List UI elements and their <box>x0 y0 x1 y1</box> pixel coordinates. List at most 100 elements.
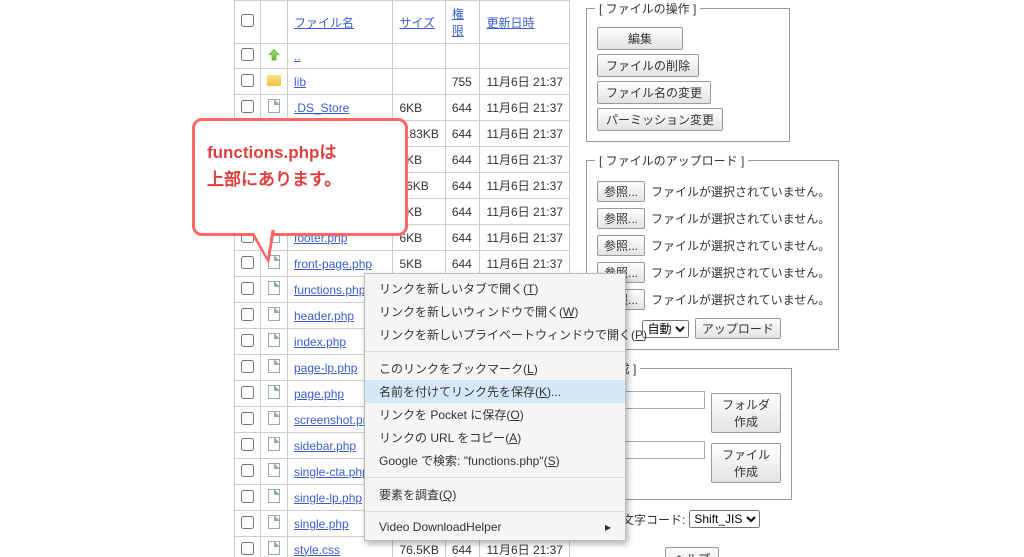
file-perm: 644 <box>445 95 480 121</box>
file-date: 11月6日 21:37 <box>480 147 570 173</box>
browse-button[interactable]: 参照... <box>597 208 645 229</box>
file-perm: 755 <box>445 69 480 95</box>
row-checkbox[interactable] <box>241 48 254 61</box>
file-icon <box>268 359 280 373</box>
ctx-video-downloadhelper[interactable]: Video DownloadHelper▸ <box>365 517 625 537</box>
row-checkbox[interactable] <box>241 412 254 425</box>
row-checkbox[interactable] <box>241 438 254 451</box>
row-checkbox[interactable] <box>241 490 254 503</box>
up-arrow-icon <box>268 49 280 61</box>
file-icon <box>268 333 280 347</box>
delete-button[interactable]: ファイルの削除 <box>597 54 699 77</box>
upload-button[interactable]: アップロード <box>695 318 781 339</box>
row-checkbox[interactable] <box>241 100 254 113</box>
file-date: 11月6日 21:37 <box>480 121 570 147</box>
upload-legend: [ ファイルのアップロード ] <box>595 152 748 169</box>
file-link[interactable]: page.php <box>294 387 344 401</box>
row-checkbox[interactable] <box>241 386 254 399</box>
annotation-callout: functions.phpは 上部にあります。 <box>192 118 408 236</box>
file-size: 6KB <box>393 95 445 121</box>
chmod-button[interactable]: パーミッション変更 <box>597 108 723 131</box>
file-icon <box>268 463 280 477</box>
sort-perm-link[interactable]: 権限 <box>452 7 464 38</box>
file-link[interactable]: lib <box>294 75 306 89</box>
upload-status: ファイルが選択されていません。 <box>651 183 830 200</box>
file-date <box>480 44 570 69</box>
table-row: .. <box>235 44 570 69</box>
file-icon <box>268 515 280 529</box>
ctx-copy-link-url[interactable]: リンクの URL をコピー(A) <box>365 426 625 449</box>
folder-icon <box>267 75 281 86</box>
file-perm <box>445 44 480 69</box>
ctx-bookmark-link[interactable]: このリンクをブックマーク(L) <box>365 357 625 380</box>
row-checkbox[interactable] <box>241 516 254 529</box>
row-checkbox[interactable] <box>241 360 254 373</box>
upload-status: ファイルが選択されていません。 <box>651 237 830 254</box>
row-checkbox[interactable] <box>241 334 254 347</box>
file-icon <box>268 99 280 113</box>
file-perm: 644 <box>445 173 480 199</box>
file-icon <box>268 489 280 503</box>
sort-date-link[interactable]: 更新日時 <box>486 16 534 30</box>
table-row: lib 75511月6日 21:37 <box>235 69 570 95</box>
file-size <box>393 69 445 95</box>
file-date: 11月6日 21:37 <box>480 199 570 225</box>
file-link[interactable]: sidebar.php <box>294 439 356 453</box>
file-link[interactable]: single.php <box>294 517 349 531</box>
ctx-search-google[interactable]: Google で検索: "functions.php"(S) <box>365 449 625 472</box>
submenu-arrow-icon: ▸ <box>605 520 611 534</box>
row-checkbox[interactable] <box>241 282 254 295</box>
row-checkbox[interactable] <box>241 542 254 555</box>
file-icon <box>268 281 280 295</box>
file-link[interactable]: header.php <box>294 309 354 323</box>
upload-status: ファイルが選択されていません。 <box>651 210 830 227</box>
help-button[interactable]: ヘルプ <box>665 547 719 557</box>
file-icon <box>268 307 280 321</box>
file-ops-legend: [ ファイルの操作 ] <box>595 0 700 17</box>
row-checkbox[interactable] <box>241 464 254 477</box>
file-perm: 644 <box>445 121 480 147</box>
file-date: 11月6日 21:37 <box>480 225 570 251</box>
edit-button[interactable]: 編集 <box>597 27 683 50</box>
ctx-open-new-window[interactable]: リンクを新しいウィンドウで開く(W) <box>365 300 625 323</box>
upload-status: ファイルが選択されていません。 <box>651 264 830 281</box>
file-link[interactable]: .DS_Store <box>294 101 349 115</box>
select-all-checkbox[interactable] <box>241 14 254 27</box>
file-icon <box>268 541 280 555</box>
ctx-inspect-element[interactable]: 要素を調査(Q) <box>365 483 625 506</box>
file-link[interactable]: page-lp.php <box>294 361 357 375</box>
upload-status: ファイルが選択されていません。 <box>651 291 830 308</box>
browse-button[interactable]: 参照... <box>597 181 645 202</box>
file-link[interactable]: functions.php <box>294 283 365 297</box>
table-row: .DS_Store 6KB64411月6日 21:37 <box>235 95 570 121</box>
sort-size-link[interactable]: サイズ <box>399 16 435 30</box>
sort-name-link[interactable]: ファイル名 <box>294 16 354 30</box>
row-checkbox[interactable] <box>241 308 254 321</box>
mkfile-button[interactable]: ファイル作成 <box>711 443 781 483</box>
file-link[interactable]: style.css <box>294 543 340 557</box>
rename-button[interactable]: ファイル名の変更 <box>597 81 711 104</box>
file-link[interactable]: front-page.php <box>294 257 372 271</box>
ctx-open-private-window[interactable]: リンクを新しいプライベートウィンドウで開く(P) <box>365 323 625 346</box>
file-date: 11月6日 21:37 <box>480 95 570 121</box>
row-checkbox[interactable] <box>241 256 254 269</box>
file-icon <box>268 437 280 451</box>
upload-mode-select[interactable]: 自動 <box>642 320 689 338</box>
encoding-select[interactable]: Shift_JIS <box>689 510 760 528</box>
ctx-save-to-pocket[interactable]: リンクを Pocket に保存(O) <box>365 403 625 426</box>
context-menu: リンクを新しいタブで開く(T) リンクを新しいウィンドウで開く(W) リンクを新… <box>364 273 626 541</box>
file-perm: 644 <box>445 199 480 225</box>
file-icon <box>268 411 280 425</box>
row-checkbox[interactable] <box>241 74 254 87</box>
file-link[interactable]: .. <box>294 49 301 63</box>
ctx-open-new-tab[interactable]: リンクを新しいタブで開く(T) <box>365 277 625 300</box>
file-perm: 644 <box>445 225 480 251</box>
file-link[interactable]: single-lp.php <box>294 491 362 505</box>
file-date: 11月6日 21:37 <box>480 69 570 95</box>
mkdir-button[interactable]: フォルダ作成 <box>711 393 781 433</box>
ctx-save-link-as[interactable]: 名前を付けてリンク先を保存(K)... <box>365 380 625 403</box>
file-link[interactable]: single-cta.php <box>294 465 369 479</box>
browse-button[interactable]: 参照... <box>597 235 645 256</box>
file-link[interactable]: index.php <box>294 335 346 349</box>
file-ops-panel: [ ファイルの操作 ] 編集 ファイルの削除 ファイル名の変更 パーミッション変… <box>586 0 790 142</box>
